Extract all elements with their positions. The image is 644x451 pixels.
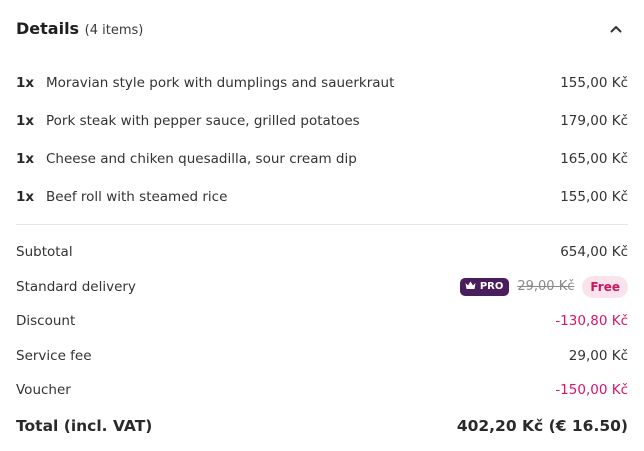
- item-qty: 1x: [16, 151, 35, 167]
- item-qty: 1x: [16, 75, 35, 91]
- voucher-label: Voucher: [16, 382, 71, 399]
- order-details-panel: Details (4 items) 1x Moravian style pork…: [16, 0, 628, 444]
- item-name: Beef roll with steamed rice: [46, 189, 228, 205]
- pro-label: PRO: [479, 281, 504, 293]
- list-item: 1x Beef roll with steamed rice 155,00 Kč: [16, 178, 628, 216]
- total-row: Total (incl. VAT) 402,20 Kč (€ 16.50): [16, 408, 628, 444]
- voucher-row: Voucher -150,00 Kč: [16, 373, 628, 408]
- voucher-value: -150,00 Kč: [555, 382, 628, 399]
- list-item: 1x Pork steak with pepper sauce, grilled…: [16, 102, 628, 140]
- details-title-text: Details: [16, 18, 80, 38]
- details-title: Details (4 items): [16, 19, 143, 38]
- discount-row: Discount -130,80 Kč: [16, 304, 628, 339]
- list-item: 1x Moravian style pork with dumplings an…: [16, 64, 628, 102]
- list-item: 1x Cheese and chiken quesadilla, sour cr…: [16, 140, 628, 178]
- item-name: Pork steak with pepper sauce, grilled po…: [46, 113, 360, 129]
- divider: [16, 224, 628, 225]
- item-qty: 1x: [16, 189, 35, 205]
- item-price: 155,00 Kč: [560, 75, 628, 91]
- subtotal-row: Subtotal 654,00 Kč: [16, 235, 628, 270]
- delivery-row: Standard delivery PRO 29,00 Kč Free: [16, 270, 628, 305]
- item-qty: 1x: [16, 113, 35, 129]
- service-fee-value: 29,00 Kč: [568, 347, 628, 364]
- discount-value: -130,80 Kč: [555, 313, 628, 330]
- subtotal-value: 654,00 Kč: [560, 244, 628, 261]
- items-count: (4 items): [84, 22, 144, 38]
- chevron-up-icon[interactable]: [606, 19, 626, 39]
- service-fee-label: Service fee: [16, 347, 92, 364]
- crown-icon: [465, 281, 476, 293]
- total-value: 402,20 Kč (€ 16.50): [456, 416, 628, 435]
- items-list: 1x Moravian style pork with dumplings an…: [16, 64, 628, 216]
- delivery-old-price: 29,00 Kč: [517, 279, 575, 295]
- delivery-pricing: PRO 29,00 Kč Free: [459, 275, 628, 298]
- item-name: Moravian style pork with dumplings and s…: [46, 75, 395, 91]
- service-fee-row: Service fee 29,00 Kč: [16, 339, 628, 374]
- item-name: Cheese and chiken quesadilla, sour cream…: [46, 151, 357, 167]
- total-label: Total (incl. VAT): [16, 416, 153, 435]
- free-badge: Free: [582, 275, 628, 298]
- pro-badge: PRO: [459, 277, 510, 296]
- item-price: 179,00 Kč: [560, 113, 628, 129]
- discount-label: Discount: [16, 313, 76, 330]
- subtotal-label: Subtotal: [16, 244, 73, 261]
- item-price: 155,00 Kč: [560, 189, 628, 205]
- item-price: 165,00 Kč: [560, 151, 628, 167]
- delivery-label: Standard delivery: [16, 278, 136, 295]
- details-header[interactable]: Details (4 items): [16, 0, 628, 58]
